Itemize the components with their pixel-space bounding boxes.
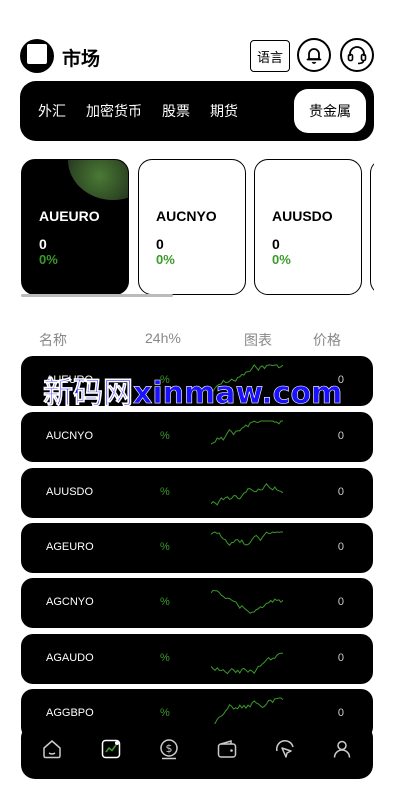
row-price: 0 <box>337 430 344 442</box>
svg-text:$: $ <box>166 742 173 755</box>
category-tabs: 外汇 加密货币 股票 期货 贵金属 <box>20 81 374 141</box>
card-name: AUEURO <box>39 208 100 224</box>
row-change: % <box>160 430 170 442</box>
bottom-navigation: $ <box>21 724 373 779</box>
header: 市场 语言 <box>20 38 374 74</box>
row-change: % <box>160 486 170 498</box>
nav-wallet[interactable] <box>214 736 240 762</box>
card-change: 0% <box>39 252 58 267</box>
column-name: 名称 <box>39 332 67 348</box>
row-symbol: AUUSDO <box>46 486 94 498</box>
row-price: 0 <box>337 541 344 553</box>
nav-market[interactable] <box>98 736 124 762</box>
cards-scroll-indicator <box>21 294 173 297</box>
row-price: 0 <box>337 652 344 664</box>
watermark-text: 新码网xinmaw.com <box>43 376 343 412</box>
list-header: 名称 24h% 图表 价格 <box>20 330 374 350</box>
dollar-icon: $ <box>160 739 178 760</box>
row-symbol: AUCNYO <box>46 430 94 442</box>
card-change: 0% <box>272 252 291 267</box>
tab-precious-metals[interactable]: 贵金属 <box>294 89 366 133</box>
card-price: 0 <box>39 236 47 252</box>
profile-icon <box>333 740 351 758</box>
sparkline <box>211 697 283 727</box>
tab-crypto[interactable]: 加密货币 <box>76 89 152 133</box>
trade-icon <box>276 740 294 758</box>
bell-icon <box>306 48 322 64</box>
sparkline-chart <box>211 652 283 675</box>
row-price: 0 <box>337 596 344 608</box>
sparkline <box>211 531 283 546</box>
table-row[interactable]: AGCNYO % 0 <box>21 578 373 628</box>
sparkline-chart <box>211 482 283 506</box>
row-change: % <box>160 596 170 608</box>
nav-finance[interactable]: $ <box>156 736 182 762</box>
home-icon <box>43 740 61 759</box>
row-change: % <box>160 541 170 553</box>
language-button[interactable]: 语言 <box>250 40 290 72</box>
headset-icon <box>347 46 367 65</box>
card-name: AUCNYO <box>156 208 217 224</box>
sparkline <box>211 420 283 445</box>
card-price: 0 <box>156 236 164 252</box>
sparkline <box>211 482 283 506</box>
row-symbol: AGCNYO <box>46 596 94 608</box>
card-change: 0% <box>156 252 175 267</box>
row-symbol: AGEURO <box>46 541 94 553</box>
nav-home[interactable] <box>39 736 65 762</box>
market-card[interactable]: AUEURO 0 0% <box>21 159 129 295</box>
table-row[interactable]: AGEURO % 0 <box>21 523 373 573</box>
nav-profile[interactable] <box>329 736 355 762</box>
customer-service-button[interactable] <box>340 38 374 72</box>
featured-cards: AUEURO 0 0% AUCNYO 0 0% AUUSDO 0 0% <box>21 159 374 299</box>
row-price: 0 <box>337 486 344 498</box>
column-chart: 图表 <box>244 332 272 348</box>
card-name: AUUSDO <box>272 208 333 224</box>
tab-stocks[interactable]: 股票 <box>152 89 200 133</box>
table-row[interactable]: AUCNYO % 0 <box>21 412 373 462</box>
nav-trade[interactable] <box>272 736 298 762</box>
notification-button[interactable] <box>297 38 331 72</box>
column-change: 24h% <box>145 330 181 346</box>
sparkline-chart <box>211 589 283 614</box>
card-price: 0 <box>272 236 280 252</box>
sparkline-chart <box>211 531 283 546</box>
row-change: % <box>160 707 170 719</box>
sparkline-chart <box>211 420 283 445</box>
column-price: 价格 <box>313 332 341 348</box>
tab-forex[interactable]: 外汇 <box>28 89 76 133</box>
market-card[interactable]: AUUSDO 0 0% <box>254 159 362 295</box>
market-card[interactable]: AUCNYO 0 0% <box>138 159 246 295</box>
page-title: 市场 <box>62 49 101 70</box>
row-price: 0 <box>337 707 344 719</box>
table-row[interactable]: AUUSDO % 0 <box>21 468 373 518</box>
sparkline <box>211 589 283 614</box>
sparkline <box>211 652 283 675</box>
wallet-icon <box>217 739 237 758</box>
logo-icon <box>20 39 54 73</box>
market-icon <box>101 739 121 759</box>
row-change: % <box>160 652 170 664</box>
market-card-partial[interactable] <box>370 159 374 295</box>
row-symbol: AGAUDO <box>46 652 94 664</box>
row-symbol: AGGBPO <box>46 707 94 719</box>
tab-futures[interactable]: 期货 <box>200 89 248 133</box>
table-row[interactable]: AGAUDO % 0 <box>21 634 373 684</box>
